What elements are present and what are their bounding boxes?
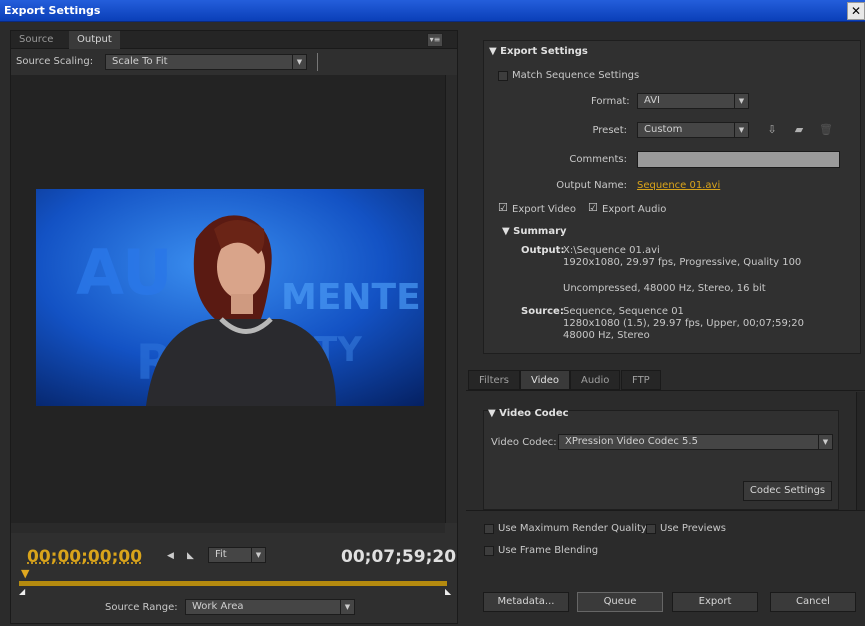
video-codec-title[interactable]: ▼ Video Codec [488, 408, 569, 419]
summary-title[interactable]: ▼ Summary [502, 226, 567, 237]
horizontal-scrollbar[interactable] [11, 523, 445, 533]
export-settings-title[interactable]: ▼ Export Settings [489, 46, 588, 57]
source-scaling-label: Source Scaling: [16, 56, 94, 67]
summary-source-line: Sequence, Sequence 01 [563, 306, 684, 317]
frame-blending-label: Use Frame Blending [498, 545, 599, 556]
collapse-icon: ▼ [502, 226, 514, 237]
cancel-button[interactable]: Cancel [770, 592, 856, 612]
video-codec-dropdown[interactable]: XPression Video Codec 5.5 ▼ [558, 434, 833, 450]
chevron-down-icon: ▼ [251, 548, 265, 562]
source-range-label: Source Range: [105, 602, 178, 613]
tab-ftp[interactable]: FTP [621, 370, 661, 390]
collapse-icon: ▼ [488, 408, 500, 419]
delete-preset-icon[interactable]: 🗑 [819, 123, 833, 137]
output-name-link[interactable]: Sequence 01.avi [637, 180, 720, 191]
use-previews-checkbox[interactable] [646, 524, 656, 534]
source-range-value: Work Area [192, 601, 244, 612]
import-preset-icon[interactable]: ▰ [792, 123, 806, 137]
chevron-down-icon: ▼ [734, 123, 748, 137]
step-forward-icon[interactable]: ◣ [187, 551, 194, 561]
export-audio-checkbox[interactable]: ☑ [588, 201, 598, 214]
title-bar: Export Settings ✕ [0, 0, 865, 22]
in-point-icon[interactable]: ◢ [19, 587, 25, 596]
duration-timecode: 00;07;59;20 [341, 547, 457, 567]
preview-panel: Source Output ▾≡ Source Scaling: Scale T… [10, 30, 458, 624]
save-preset-icon[interactable]: ⇩ [765, 123, 779, 137]
frame-blending-checkbox[interactable] [484, 546, 494, 556]
metadata-button[interactable]: Metadata... [483, 592, 569, 612]
preset-dropdown[interactable]: Custom ▼ [637, 122, 749, 138]
out-point-icon[interactable]: ◣ [445, 587, 451, 596]
tab-video[interactable]: Video [520, 370, 571, 390]
format-label: Format: [591, 96, 630, 107]
settings-tabs: Filters Video Audio FTP [466, 370, 865, 391]
timeline-track[interactable] [19, 581, 447, 586]
queue-button[interactable]: Queue [577, 592, 663, 612]
tab-audio[interactable]: Audio [570, 370, 621, 390]
preview-tabs: Source Output ▾≡ [11, 31, 457, 49]
summary-source-label: Source: [521, 306, 564, 317]
summary-source-line: 1280x1080 (1.5), 29.97 fps, Upper, 00;07… [563, 318, 804, 329]
summary-output-line: Uncompressed, 48000 Hz, Stereo, 16 bit [563, 283, 766, 294]
divider [317, 53, 318, 71]
video-frame: AU MENTED R TY [36, 189, 424, 406]
svg-text:MENTED: MENTED [281, 277, 424, 318]
collapse-icon: ▼ [489, 46, 501, 57]
vertical-scrollbar[interactable] [856, 392, 865, 510]
settings-panel: ▼ Export Settings Match Sequence Setting… [466, 30, 865, 626]
summary-output-line: 1920x1080, 29.97 fps, Progressive, Quali… [563, 257, 802, 268]
step-back-icon[interactable]: ◀ [167, 551, 174, 561]
video-frame-image: AU MENTED R TY [36, 189, 424, 406]
close-icon[interactable]: ✕ [847, 2, 865, 20]
summary-output-line: X:\Sequence 01.avi [563, 245, 660, 256]
preset-value: Custom [644, 124, 683, 135]
zoom-value: Fit [215, 549, 227, 560]
codec-settings-button[interactable]: Codec Settings [743, 481, 832, 501]
summary-source-line: 48000 Hz, Stereo [563, 330, 650, 341]
export-video-checkbox[interactable]: ☑ [498, 201, 508, 214]
format-value: AVI [644, 95, 660, 106]
comments-input[interactable] [637, 151, 840, 168]
match-sequence-checkbox[interactable] [498, 71, 508, 81]
video-codec-value: XPression Video Codec 5.5 [565, 436, 698, 447]
comments-label: Comments: [569, 154, 627, 165]
source-scaling-row: Source Scaling: Scale To Fit ▼ [11, 49, 457, 75]
vertical-scrollbar[interactable] [445, 75, 457, 523]
source-scaling-value: Scale To Fit [112, 56, 168, 67]
match-sequence-label: Match Sequence Settings [512, 70, 640, 81]
max-render-quality-checkbox[interactable] [484, 524, 494, 534]
export-button[interactable]: Export [672, 592, 758, 612]
window-title: Export Settings [4, 4, 101, 17]
format-dropdown[interactable]: AVI ▼ [637, 93, 749, 109]
chevron-down-icon: ▼ [292, 55, 306, 69]
output-name-label: Output Name: [556, 180, 627, 191]
video-codec-label: Video Codec: [491, 437, 557, 448]
video-viewer: AU MENTED R TY [11, 75, 445, 523]
chevron-down-icon: ▼ [734, 94, 748, 108]
export-settings-window: Export Settings ✕ Source Output ▾≡ Sourc… [0, 0, 865, 626]
tab-filters[interactable]: Filters [468, 370, 520, 390]
zoom-dropdown[interactable]: Fit ▼ [208, 547, 266, 563]
current-timecode[interactable]: 00;00;00;00 [27, 547, 142, 567]
panel-menu-icon[interactable]: ▾≡ [427, 33, 443, 47]
source-scaling-dropdown[interactable]: Scale To Fit ▼ [105, 54, 307, 70]
export-video-label: Export Video [512, 204, 576, 215]
export-audio-label: Export Audio [602, 204, 667, 215]
chevron-down-icon: ▼ [340, 600, 354, 614]
chevron-down-icon: ▼ [818, 435, 832, 449]
summary-output-label: Output: [521, 245, 565, 256]
playhead-icon[interactable]: ▼ [21, 567, 33, 580]
max-render-quality-label: Use Maximum Render Quality [498, 523, 647, 534]
svg-text:AU: AU [76, 236, 172, 309]
source-range-dropdown[interactable]: Work Area ▼ [185, 599, 355, 615]
use-previews-label: Use Previews [660, 523, 726, 534]
divider [466, 510, 865, 511]
preset-label: Preset: [592, 125, 627, 136]
tab-output[interactable]: Output [69, 31, 120, 49]
tab-source[interactable]: Source [11, 31, 61, 49]
